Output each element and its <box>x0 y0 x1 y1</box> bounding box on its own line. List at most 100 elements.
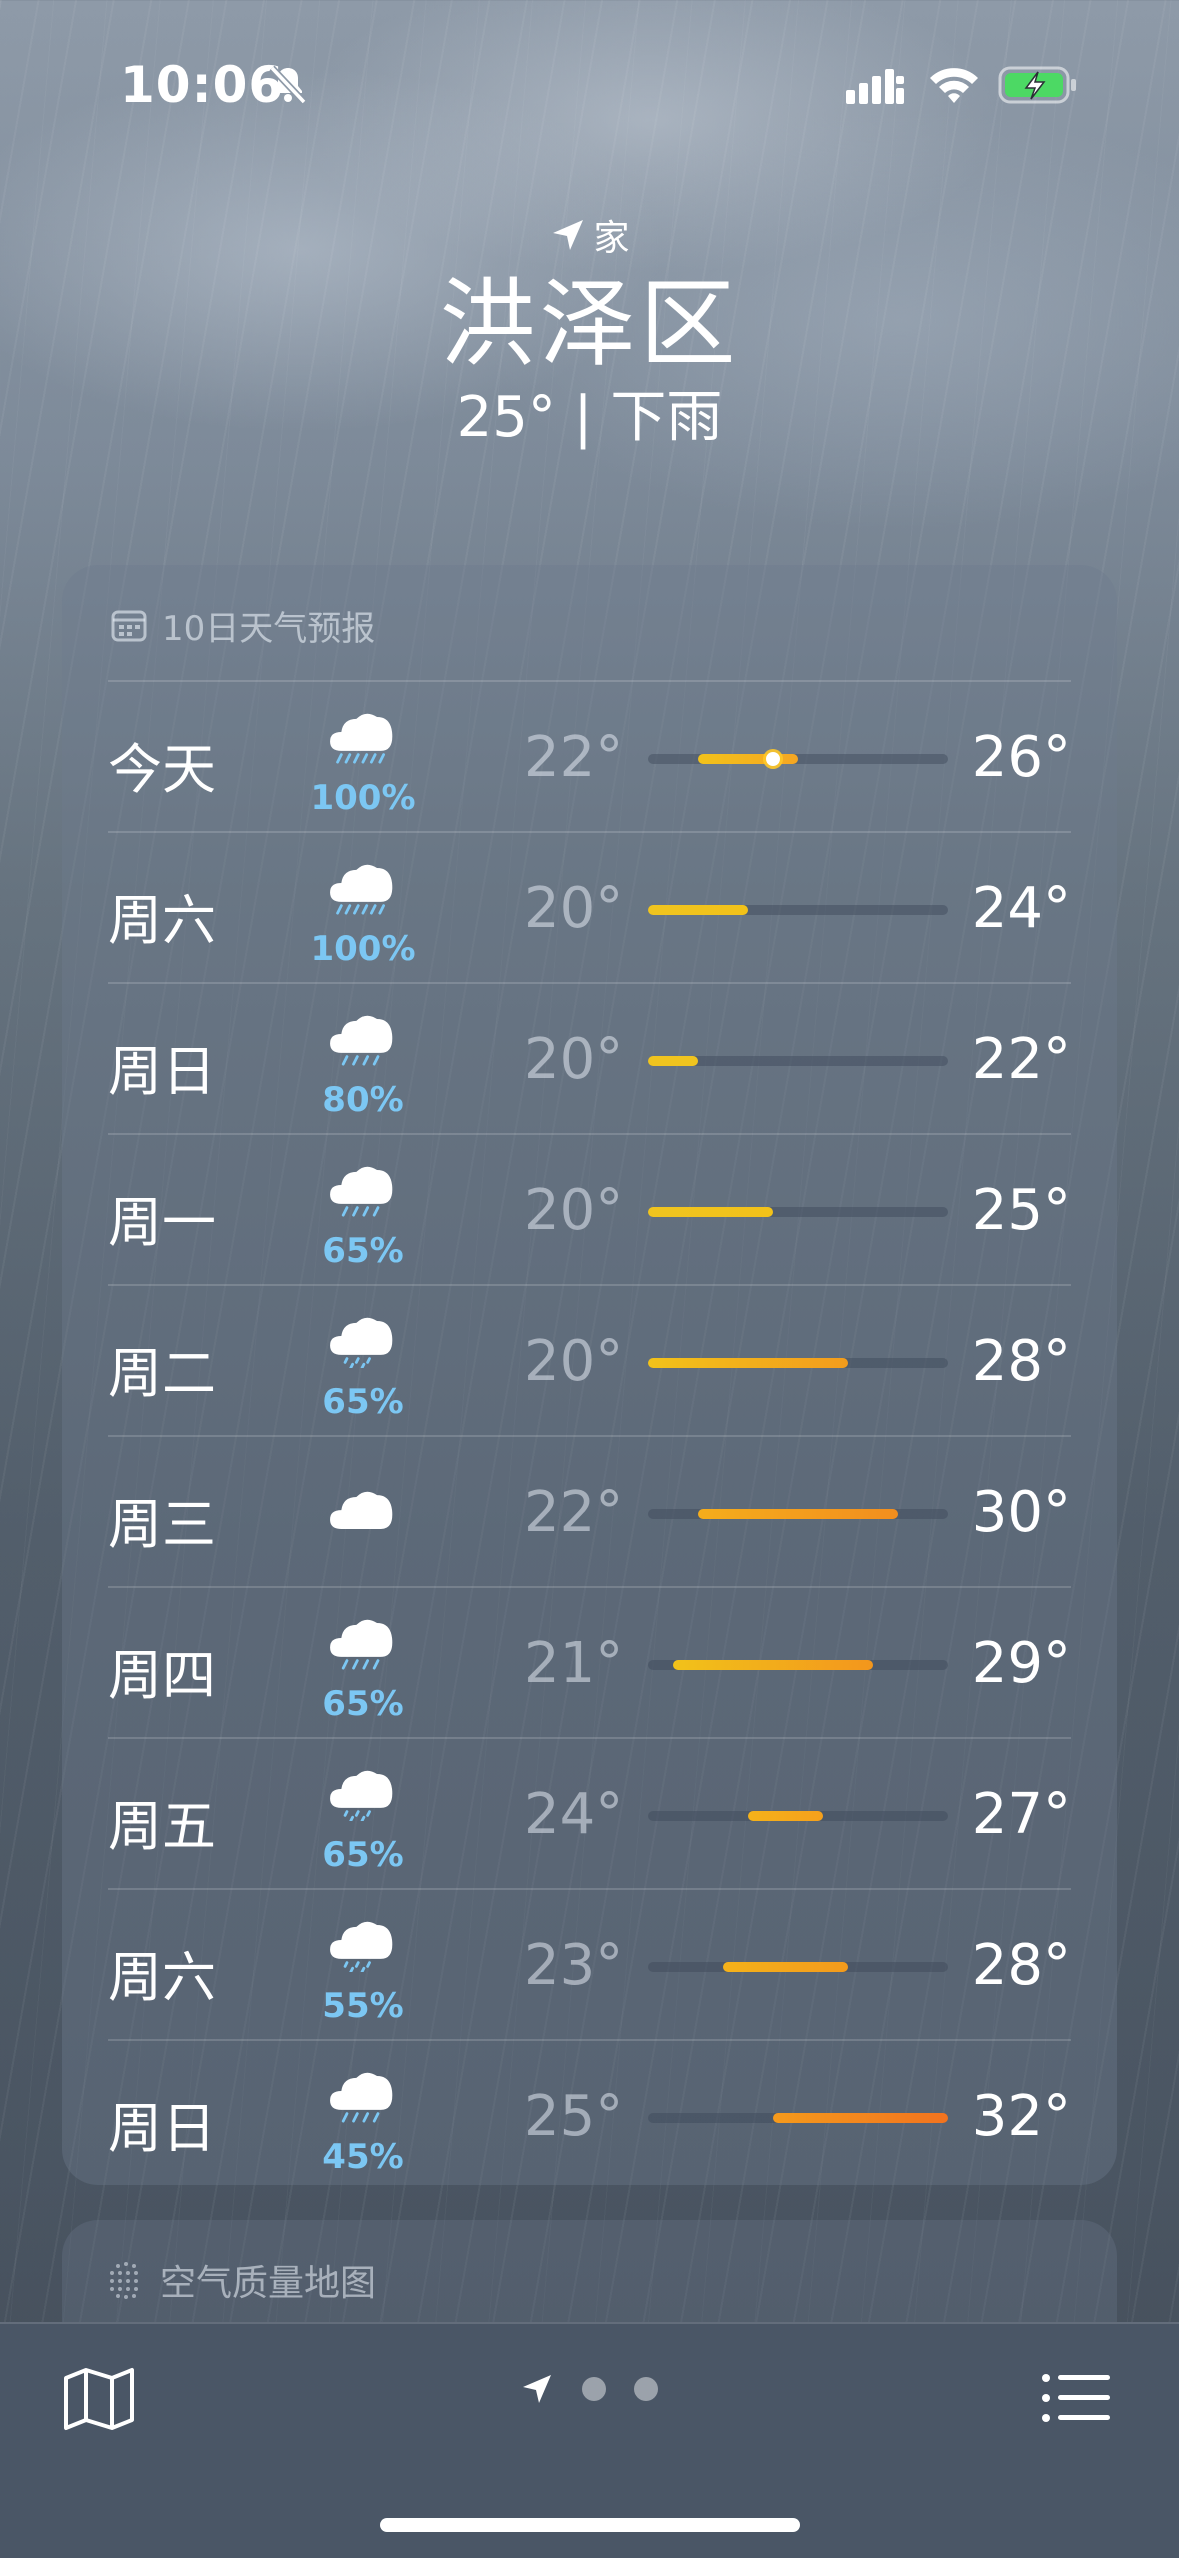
forecast-row[interactable]: 周日 45% 25° 32° <box>108 2039 1071 2191</box>
home-indicator[interactable] <box>380 2518 800 2532</box>
temp-range-bar <box>698 754 798 764</box>
low-temp: 21° <box>524 1631 624 1696</box>
high-temp: 27° <box>971 1782 1071 1847</box>
forecast-row[interactable]: 周六 55% 23° 28° <box>108 1888 1071 2040</box>
temp-range-track <box>648 2113 948 2123</box>
location-list-icon[interactable] <box>1040 2368 1112 2428</box>
day-label: 周五 <box>108 1795 216 1858</box>
precip-chance: 80% <box>322 1080 404 1120</box>
day-label: 周六 <box>108 1946 216 2009</box>
calendar-icon <box>111 610 147 642</box>
temp-range-bar <box>698 1509 898 1519</box>
temp-range-track <box>648 1509 948 1519</box>
low-temp: 20° <box>524 1329 624 1394</box>
ten-day-forecast-card[interactable]: 10日天气预报 今天 100% 22° 26° 周六 100% 20° 24° 周日 80% 20°… <box>62 565 1117 2185</box>
forecast-card-header: 10日天气预报 <box>110 595 375 655</box>
forecast-row[interactable]: 周一 65% 20° 25° <box>108 1133 1071 1285</box>
low-temp: 24° <box>524 1782 624 1847</box>
drizzle-cloud-icon <box>330 1921 393 1972</box>
city-name: 洪泽区 <box>439 268 740 380</box>
temp-range-track <box>648 1207 948 1217</box>
page-dot[interactable] <box>582 2377 606 2401</box>
low-temp: 25° <box>524 2084 624 2149</box>
day-label: 周一 <box>108 1191 216 1254</box>
day-label: 周日 <box>108 2097 216 2160</box>
air-quality-grid-icon <box>110 2262 138 2299</box>
forecast-row[interactable]: 周三 22° 30° <box>108 1435 1071 1587</box>
temp-range-bar <box>648 1207 773 1217</box>
day-label: 周二 <box>108 1342 216 1405</box>
high-temp: 32° <box>971 2084 1071 2149</box>
precip-chance: 55% <box>322 1986 404 2026</box>
status-time: 10:06 <box>120 56 285 114</box>
forecast-row[interactable]: 今天 100% 22° 26° <box>108 680 1071 832</box>
cloud-icon <box>330 1491 393 1529</box>
temp-range-bar <box>673 1660 873 1670</box>
temp-range-track <box>648 1811 948 1821</box>
rain-cloud-icon <box>330 2072 393 2123</box>
location-arrow-icon <box>553 220 584 250</box>
high-temp: 28° <box>971 1329 1071 1394</box>
rain-cloud-icon <box>330 1166 393 1217</box>
low-temp: 20° <box>524 1178 624 1243</box>
high-temp: 25° <box>971 1178 1071 1243</box>
temp-range-track <box>648 1358 948 1368</box>
rain-cloud-icon <box>330 1619 393 1670</box>
air-quality-title: 空气质量地图 <box>160 2263 377 2304</box>
forecast-row[interactable]: 周二 65% 20° 28° <box>108 1284 1071 1436</box>
current-condition: 25° | 下雨 <box>456 385 723 450</box>
battery-charging-icon <box>998 66 1076 104</box>
day-label: 周日 <box>108 1040 216 1103</box>
low-temp: 20° <box>524 876 624 941</box>
home-label: 家 <box>593 218 630 259</box>
status-bar: 10:06 <box>0 0 1179 140</box>
low-temp: 23° <box>524 1933 624 1998</box>
temp-range-bar <box>648 905 748 915</box>
temp-range-track <box>648 1962 948 1972</box>
temp-range-track <box>648 905 948 915</box>
day-label: 周四 <box>108 1644 216 1707</box>
low-temp: 20° <box>524 1027 624 1092</box>
forecast-row[interactable]: 周五 65% 24° 27° <box>108 1737 1071 1889</box>
high-temp: 26° <box>971 725 1071 790</box>
drizzle-cloud-icon <box>330 1317 393 1368</box>
heavy-rain-cloud-icon <box>330 713 393 764</box>
page-dot[interactable] <box>634 2377 658 2401</box>
map-icon[interactable] <box>62 2366 136 2432</box>
air-quality-header: 空气质量地图 <box>106 2254 376 2306</box>
day-label: 今天 <box>108 738 216 801</box>
silent-mode-bell-icon <box>269 65 307 105</box>
forecast-title: 10日天气预报 <box>162 608 376 649</box>
drizzle-cloud-icon <box>330 1770 393 1821</box>
current-location-page-icon[interactable] <box>520 2372 554 2406</box>
cellular-signal-icon <box>846 69 904 104</box>
temp-range-track <box>648 752 948 766</box>
temp-range-bar <box>773 2113 948 2123</box>
precip-chance: 100% <box>310 778 416 818</box>
page-indicator[interactable] <box>520 2372 658 2406</box>
high-temp: 22° <box>971 1027 1071 1092</box>
precip-chance: 65% <box>322 1835 404 1875</box>
high-temp: 28° <box>971 1933 1071 1998</box>
temp-range-bar <box>648 1358 848 1368</box>
high-temp: 29° <box>971 1631 1071 1696</box>
precip-chance: 65% <box>322 1684 404 1724</box>
heavy-rain-cloud-icon <box>330 864 393 915</box>
day-label: 周三 <box>108 1493 216 1556</box>
forecast-row[interactable]: 周日 80% 20° 22° <box>108 982 1071 1134</box>
precip-chance: 65% <box>322 1231 404 1271</box>
low-temp: 22° <box>524 725 624 790</box>
high-temp: 24° <box>971 876 1071 941</box>
temp-range-bar <box>748 1811 823 1821</box>
wifi-icon <box>930 68 978 103</box>
rain-cloud-icon <box>330 1015 393 1066</box>
temp-range-track <box>648 1056 948 1066</box>
temp-range-bar <box>648 1056 698 1066</box>
precip-chance: 45% <box>322 2137 404 2177</box>
temp-range-track <box>648 1660 948 1670</box>
forecast-row[interactable]: 周六 100% 20° 24° <box>108 831 1071 983</box>
precip-chance: 65% <box>322 1382 404 1422</box>
high-temp: 30° <box>971 1480 1071 1545</box>
forecast-row[interactable]: 周四 65% 21° 29° <box>108 1586 1071 1738</box>
air-quality-map-card[interactable]: 空气质量地图 <box>62 2220 1117 2330</box>
